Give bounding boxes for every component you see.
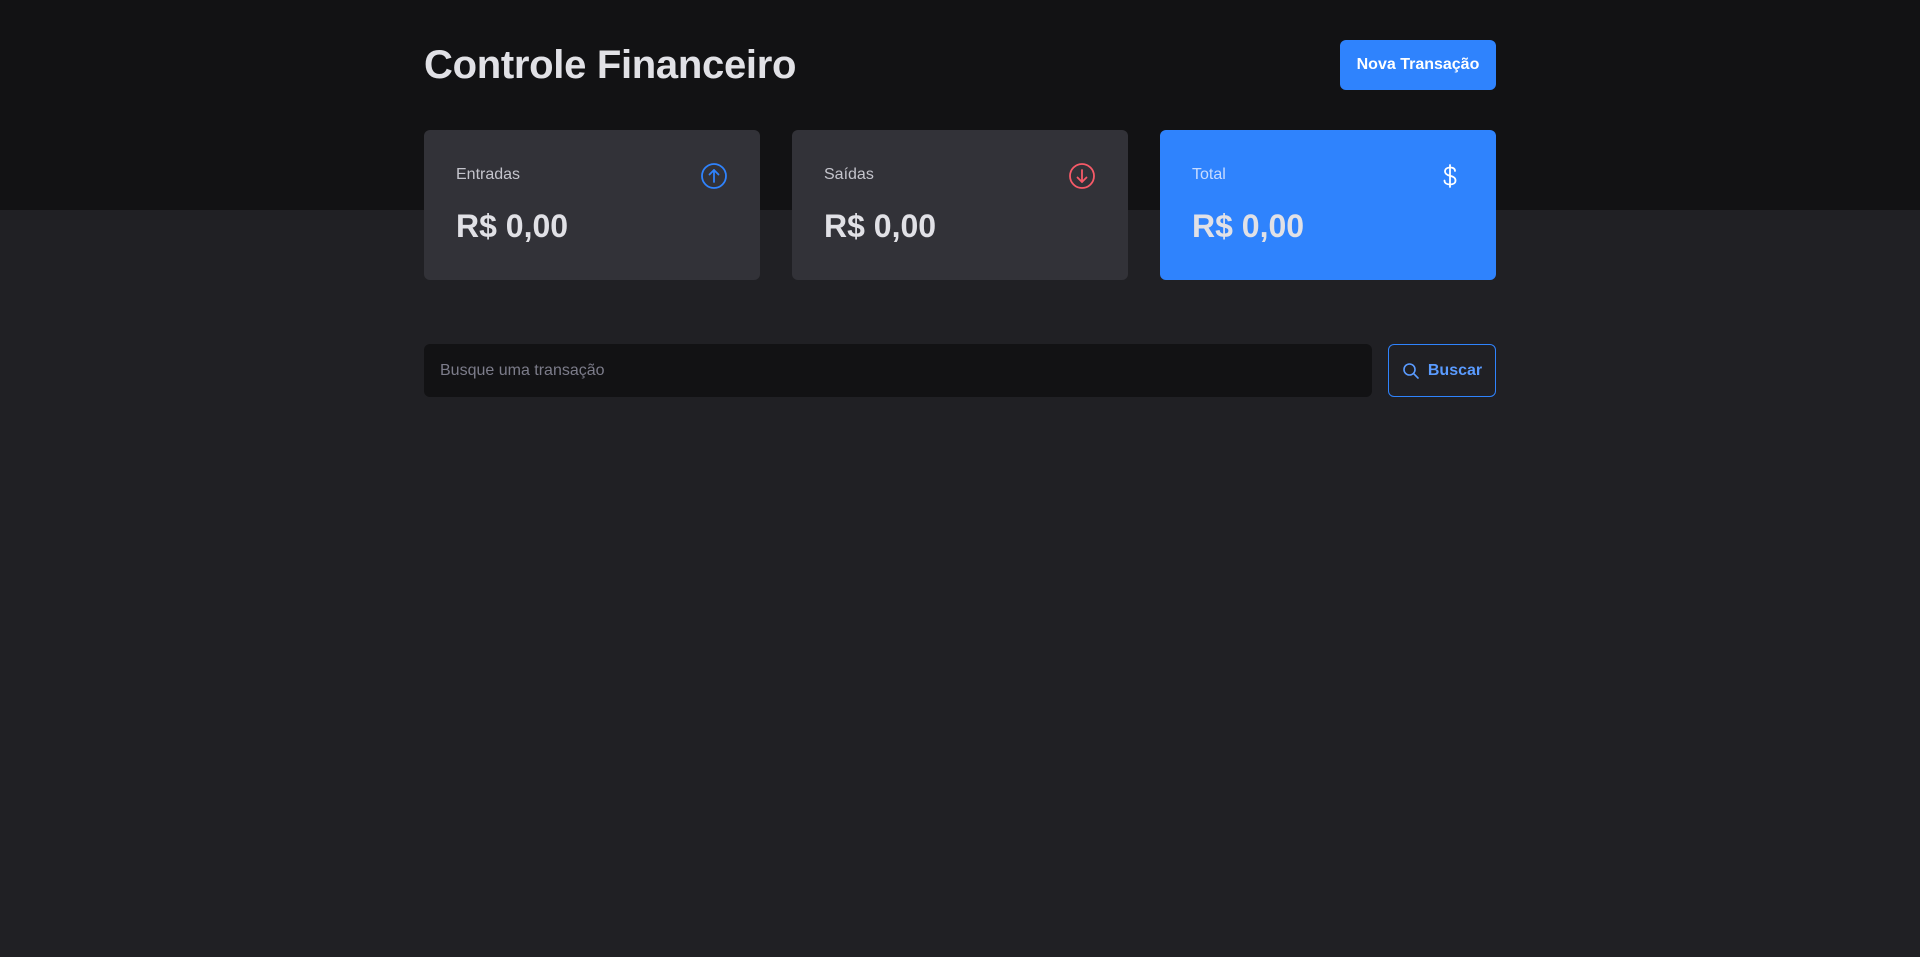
outcome-value: R$ 0,00 xyxy=(824,208,937,244)
income-label: Entradas xyxy=(456,166,521,183)
total-card: Total R$ 0,00 xyxy=(1160,130,1496,280)
arrow-circle-down-icon xyxy=(1068,162,1096,190)
income-value: R$ 0,00 xyxy=(456,208,569,244)
header: Controle Financeiro Nova Transação xyxy=(424,0,1496,130)
total-label: Total xyxy=(1192,166,1226,183)
search-input[interactable] xyxy=(424,344,1372,397)
new-transaction-button[interactable]: Nova Transação xyxy=(1340,40,1496,90)
search-button[interactable]: Buscar xyxy=(1388,344,1496,397)
main-container: Controle Financeiro Nova Transação Entra… xyxy=(424,0,1496,397)
currency-dollar-icon xyxy=(1436,162,1464,190)
income-card: Entradas R$ 0,00 xyxy=(424,130,760,280)
outcome-label: Saídas xyxy=(824,166,874,183)
outcome-card: Saídas R$ 0,00 xyxy=(792,130,1128,280)
arrow-circle-up-icon xyxy=(700,162,728,190)
search-button-label: Buscar xyxy=(1427,361,1483,379)
page-title: Controle Financeiro xyxy=(424,43,797,87)
search-form: Buscar xyxy=(424,344,1496,398)
total-value: R$ 0,00 xyxy=(1192,208,1305,244)
search-icon xyxy=(1402,362,1420,380)
summary-cards: Entradas R$ 0,00 Saídas R$ 0,00 Total R$… xyxy=(424,130,1496,280)
